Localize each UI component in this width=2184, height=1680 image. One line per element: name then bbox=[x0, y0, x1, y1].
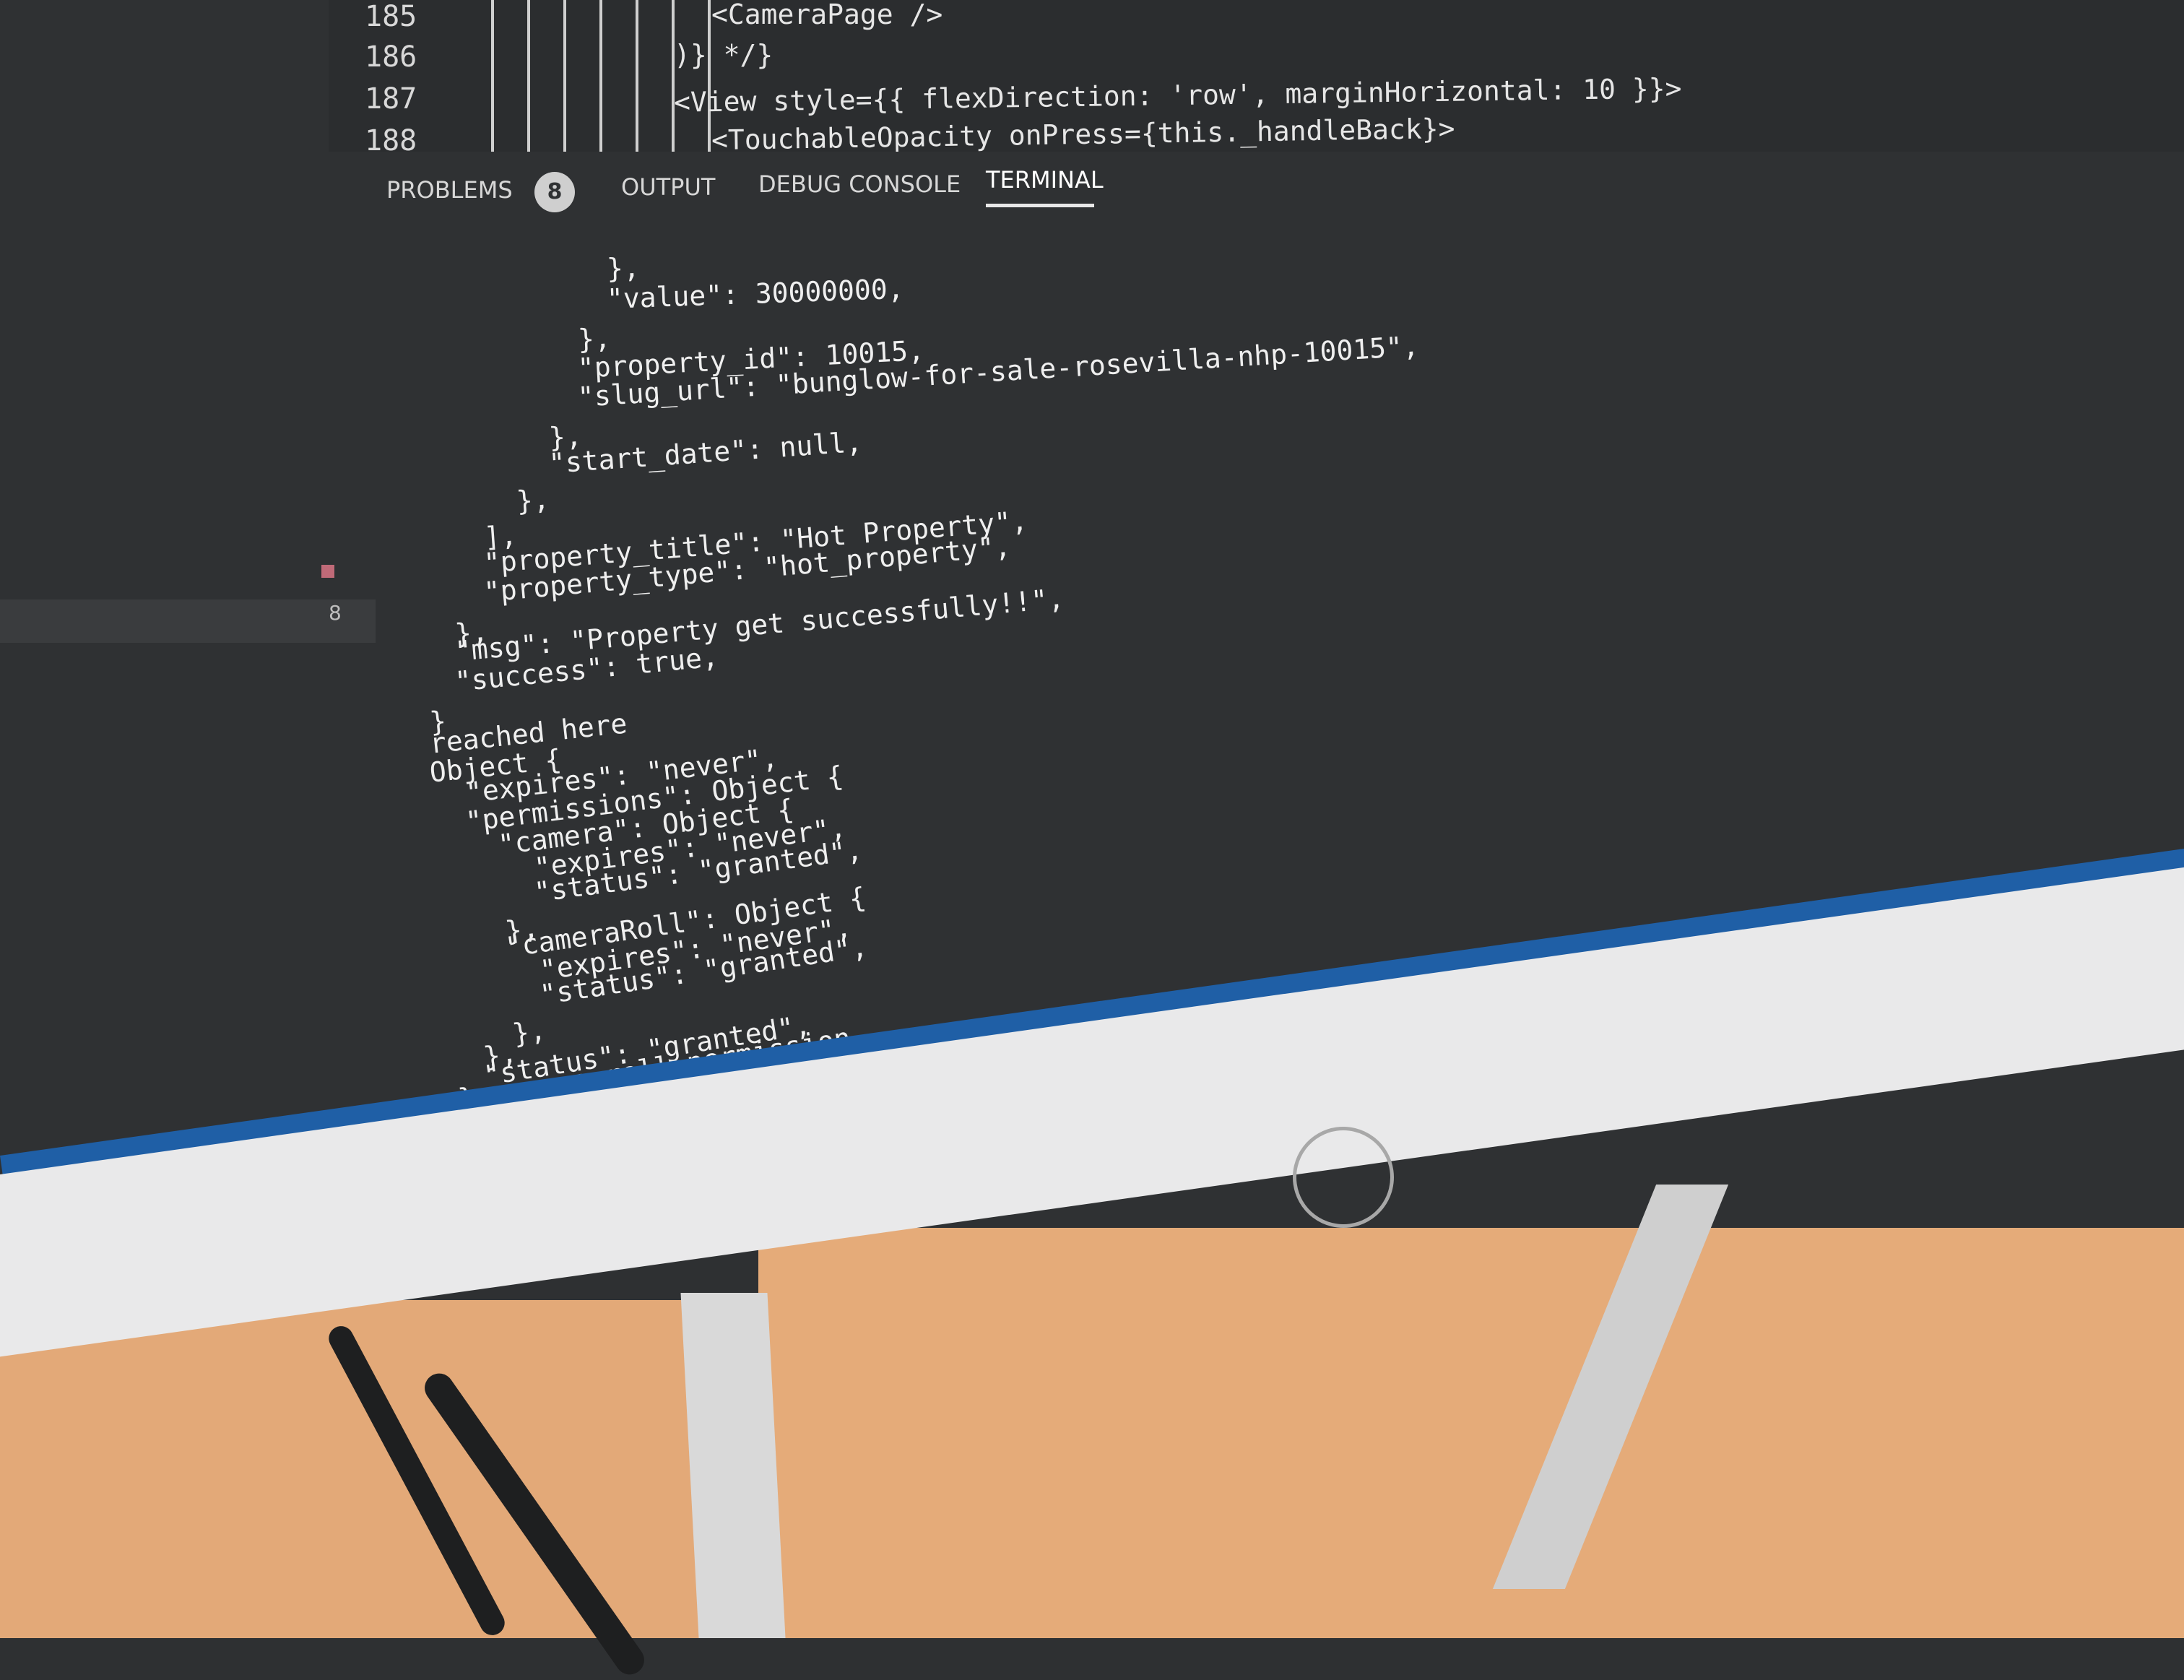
terminal-line: "start_date": null, bbox=[547, 425, 864, 480]
terminal-line: }, bbox=[606, 251, 641, 285]
terminal-line: }, bbox=[510, 1013, 548, 1050]
terminal-line: "value": 30000000, bbox=[606, 272, 905, 315]
terminal-line: }, bbox=[515, 482, 551, 517]
monitor-stand-leg bbox=[680, 1293, 786, 1638]
desk-surface bbox=[758, 1228, 2184, 1638]
